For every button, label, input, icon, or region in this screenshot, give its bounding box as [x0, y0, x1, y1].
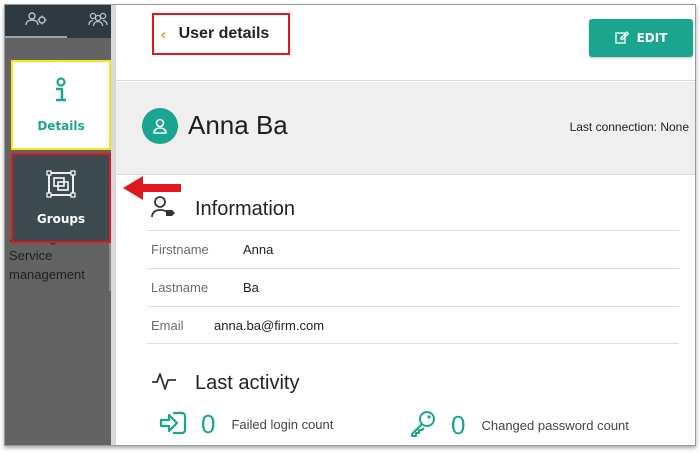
- last-connection-label: Last connection:: [569, 120, 657, 134]
- failed-login-count: 0: [201, 409, 216, 439]
- last-activity-heading: Last activity: [151, 371, 299, 395]
- changed-password-label: Changed password count: [481, 417, 629, 433]
- tab-groups-label: Groups: [36, 212, 86, 226]
- activity-pulse-icon: [151, 371, 177, 395]
- tab-details-label: Details: [37, 119, 85, 133]
- email-value: anna.ba@firm.com: [214, 317, 325, 333]
- edit-button-label: EDIT: [636, 31, 668, 45]
- groups-icon: [46, 170, 76, 202]
- last-connection-value: None: [660, 120, 689, 134]
- email-label: Email: [151, 317, 184, 333]
- lastname-value: Ba: [243, 280, 259, 295]
- sidebar-menu: Sending Service management: [9, 237, 107, 284]
- page-header: ‹ User details EDIT: [116, 5, 695, 81]
- chevron-left-icon: ‹: [160, 24, 167, 44]
- lastname-label: Lastname: [151, 280, 209, 295]
- tab-details[interactable]: Details: [11, 60, 111, 150]
- failed-login-label: Failed login count: [231, 417, 334, 432]
- sidebar-topbar: [5, 5, 111, 38]
- avatar: [142, 108, 178, 144]
- firstname-value: Anna: [243, 242, 274, 257]
- user-name: Anna Ba: [188, 110, 288, 140]
- failed-login-stat: 0 Failed login count: [159, 409, 333, 440]
- last-connection: Last connection: None: [570, 120, 689, 134]
- login-icon: [159, 410, 187, 440]
- sidebar-item-service-management[interactable]: Service management: [9, 246, 107, 284]
- edit-button[interactable]: EDIT: [589, 19, 693, 57]
- active-tab-indicator: [5, 36, 67, 38]
- key-icon: [409, 409, 437, 441]
- back-to-users-link[interactable]: ‹ User details: [152, 13, 290, 55]
- annotation-arrow-icon: [123, 176, 181, 200]
- information-list: Firstname Anna Lastname Ba Email anna.ba…: [147, 230, 679, 344]
- info-icon: [52, 77, 70, 109]
- activity-stats: 0 Failed login count 0 Changed password …: [159, 409, 689, 445]
- info-row-email: Email anna.ba@firm.com: [147, 306, 679, 344]
- information-title: Information: [195, 197, 296, 220]
- page-title: User details: [178, 25, 270, 42]
- changed-password-count: 0: [451, 409, 466, 440]
- main-panel: ‹ User details EDIT Anna Ba Last connect…: [111, 5, 695, 445]
- changed-password-stat: 0 Changed password count: [409, 409, 629, 441]
- info-row-lastname: Lastname Ba: [147, 268, 679, 306]
- info-row-firstname: Firstname Anna: [147, 230, 679, 268]
- edit-icon: [614, 30, 630, 47]
- app-window: Sending Service management Details Group…: [4, 4, 696, 446]
- tab-groups[interactable]: Groups: [11, 153, 111, 243]
- user-summary: Anna Ba Last connection: None: [116, 82, 695, 175]
- users-group-icon[interactable]: [87, 11, 109, 27]
- user-icon: [153, 118, 167, 134]
- admin-users-icon[interactable]: [25, 11, 47, 27]
- last-activity-title: Last activity: [195, 371, 300, 394]
- firstname-label: Firstname: [151, 242, 209, 257]
